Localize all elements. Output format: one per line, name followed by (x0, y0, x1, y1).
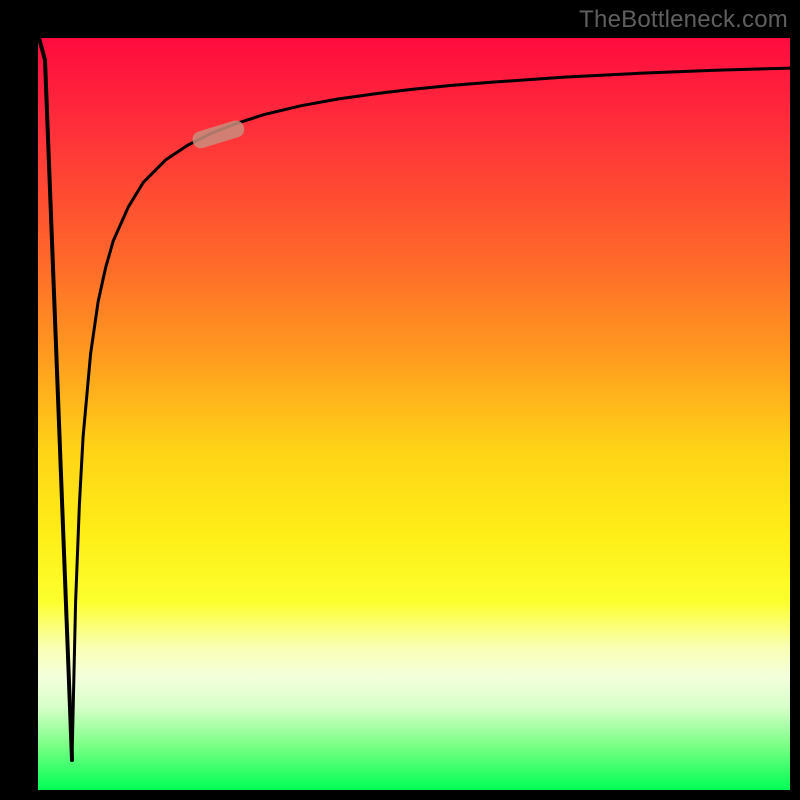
curve-layer (38, 38, 790, 790)
curve-main (72, 68, 790, 760)
curve-group (39, 38, 790, 760)
marker-group (191, 118, 247, 150)
curve-left-spike (39, 38, 72, 760)
chart-frame: TheBottleneck.com (0, 0, 800, 800)
watermark-text: TheBottleneck.com (579, 6, 788, 34)
highlight-marker (191, 118, 247, 150)
